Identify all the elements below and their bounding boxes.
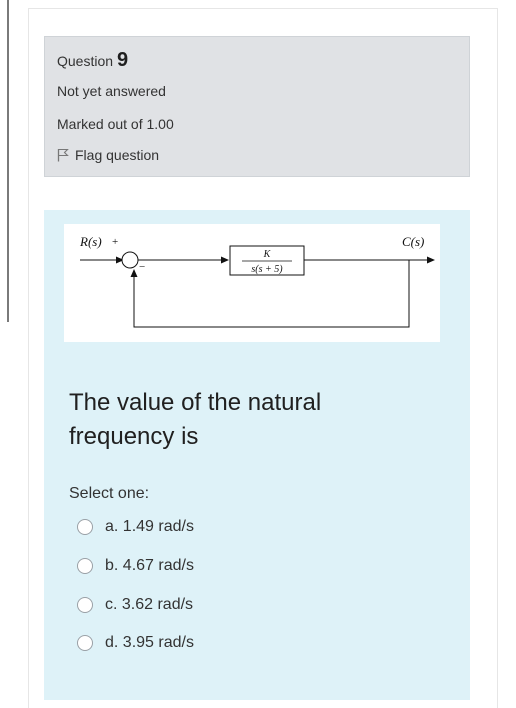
- scroll-indicator: [7, 0, 9, 322]
- option-label: b. 4.67 rad/s: [105, 557, 194, 574]
- question-label: Question: [57, 53, 114, 69]
- question-number: 9: [116, 49, 129, 71]
- radio-icon[interactable]: [77, 635, 93, 651]
- plus-sign: +: [112, 236, 118, 248]
- option-label: a. 1.49 rad/s: [105, 518, 194, 535]
- question-prompt: The value of the natural frequency is: [69, 389, 322, 450]
- question-content: R(s) + − K s(s + 5) C(s) The value of th…: [44, 210, 470, 700]
- radio-icon[interactable]: [77, 519, 93, 535]
- question-heading: Question 9: [57, 49, 128, 72]
- summing-junction: [121, 251, 139, 269]
- answer-option-a[interactable]: a. 1.49 rad/s: [77, 516, 194, 538]
- answer-option-c[interactable]: c. 3.62 rad/s: [77, 594, 193, 616]
- question-marks: Marked out of 1.00: [57, 116, 174, 132]
- flag-question-link[interactable]: Flag question: [57, 147, 159, 163]
- answer-option-d[interactable]: d. 3.95 rad/s: [77, 632, 194, 654]
- question-info-panel: Question 9 Not yet answered Marked out o…: [44, 36, 470, 177]
- question-status: Not yet answered: [57, 83, 166, 99]
- input-label: R(s): [79, 234, 102, 249]
- radio-icon[interactable]: [77, 597, 93, 613]
- output-label: C(s): [402, 234, 424, 249]
- select-one-label: Select one:: [69, 485, 150, 502]
- option-label: d. 3.95 rad/s: [105, 634, 194, 651]
- minus-sign: −: [139, 261, 145, 273]
- flag-icon: [57, 148, 69, 162]
- flag-question-label: Flag question: [75, 147, 160, 163]
- tf-numerator: K: [263, 249, 272, 260]
- radio-icon[interactable]: [77, 558, 93, 574]
- tf-denominator: s(s + 5): [251, 264, 283, 275]
- block-diagram: R(s) + − K s(s + 5) C(s): [64, 224, 440, 342]
- answer-option-b[interactable]: b. 4.67 rad/s: [77, 555, 194, 577]
- option-label: c. 3.62 rad/s: [105, 596, 194, 613]
